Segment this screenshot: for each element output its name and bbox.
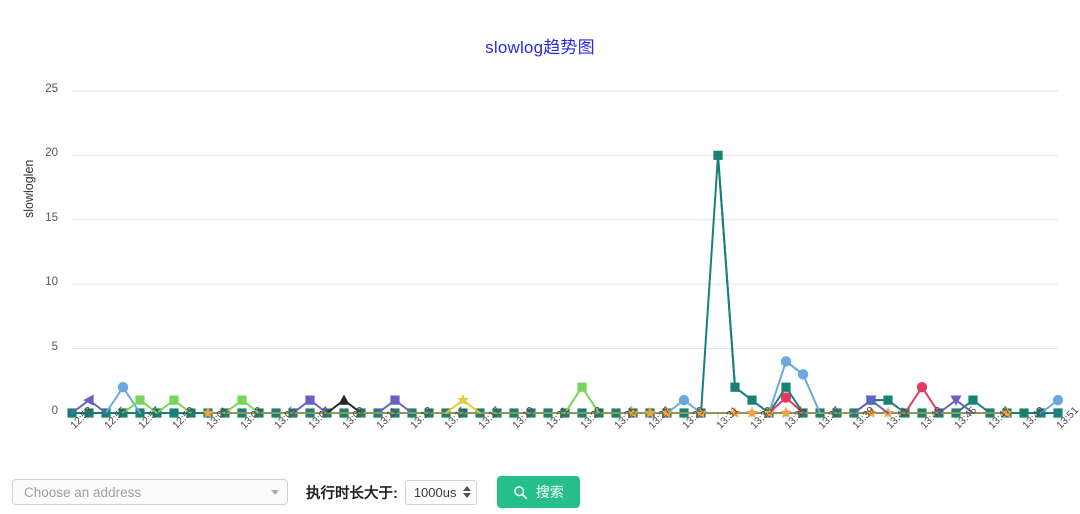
data-point-marker: [883, 395, 893, 405]
data-point-marker: [338, 394, 350, 405]
data-point-marker: [780, 356, 792, 367]
filter-toolbar: Choose an address 执行时长大于: 1000us 搜索: [0, 470, 1080, 514]
chevron-down-icon: [271, 489, 279, 495]
stepper-up-icon[interactable]: [462, 486, 471, 491]
data-point-marker: [237, 395, 247, 405]
y-axis-title: slowloglen: [22, 159, 36, 218]
search-button-label: 搜索: [535, 484, 564, 500]
stepper-down-icon[interactable]: [462, 493, 471, 498]
search-button[interactable]: 搜索: [496, 476, 580, 508]
duration-stepper[interactable]: 1000us: [404, 479, 477, 505]
data-point-marker: [135, 395, 145, 405]
series-series-red: [768, 382, 940, 414]
data-point-marker: [916, 382, 928, 393]
y-tick-label: 0: [51, 405, 58, 417]
address-select[interactable]: Choose an address: [12, 479, 288, 505]
y-tick-label: 10: [45, 276, 58, 289]
data-point-marker: [305, 395, 315, 405]
stepper-arrows-icon[interactable]: [462, 486, 471, 498]
y-tick-label: 5: [51, 340, 58, 353]
data-point-marker: [169, 395, 179, 405]
data-point-marker: [747, 395, 757, 405]
data-point-marker: [1052, 394, 1064, 406]
chart-plot-area: slowloglen 0 5 10 15 20 25 12:53 12:55 12:57 12:5…: [0, 0, 1080, 470]
data-point-marker: [781, 382, 791, 392]
slowlog-trend-chart: [67, 90, 1064, 419]
data-point-marker: [577, 382, 587, 392]
address-select-placeholder: Choose an address: [24, 484, 142, 500]
duration-label: 执行时长大于:: [306, 485, 398, 502]
duration-value: 1000us: [413, 484, 457, 500]
data-point-marker: [780, 392, 792, 403]
data-point-marker: [678, 394, 690, 406]
data-point-marker: [117, 382, 129, 393]
y-tick-label: 15: [45, 211, 58, 224]
data-point-marker: [730, 382, 740, 392]
data-point-marker: [713, 150, 723, 160]
search-icon: [513, 485, 527, 499]
y-tick-label: 25: [45, 82, 58, 95]
y-tick-label: 20: [45, 147, 58, 160]
data-point-marker: [797, 369, 809, 380]
